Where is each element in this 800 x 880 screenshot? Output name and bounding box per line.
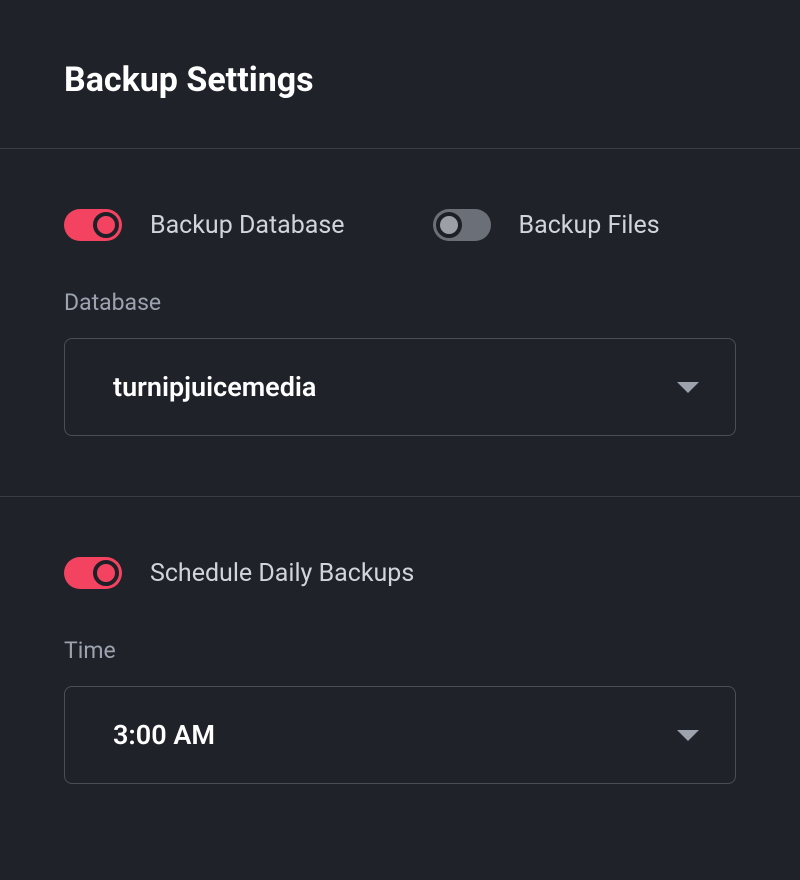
backup-files-label: Backup Files — [519, 211, 660, 240]
backup-files-toggle[interactable] — [433, 209, 491, 241]
backup-database-label: Backup Database — [150, 211, 345, 240]
time-select[interactable]: 3:00 AM — [64, 686, 736, 784]
time-select-value: 3:00 AM — [113, 719, 215, 751]
database-select-value: turnipjuicemedia — [113, 371, 316, 403]
schedule-toggle[interactable] — [64, 557, 122, 589]
schedule-label: Schedule Daily Backups — [150, 559, 414, 588]
time-field-label: Time — [64, 637, 736, 664]
backup-section: Backup Database Backup Files Database tu… — [0, 148, 800, 496]
database-field-label: Database — [64, 289, 736, 316]
backup-database-toggle[interactable] — [64, 209, 122, 241]
schedule-section: Schedule Daily Backups Time 3:00 AM — [0, 496, 800, 844]
chevron-down-icon — [677, 382, 699, 393]
page-title: Backup Settings — [64, 60, 736, 100]
chevron-down-icon — [677, 730, 699, 741]
database-select[interactable]: turnipjuicemedia — [64, 338, 736, 436]
